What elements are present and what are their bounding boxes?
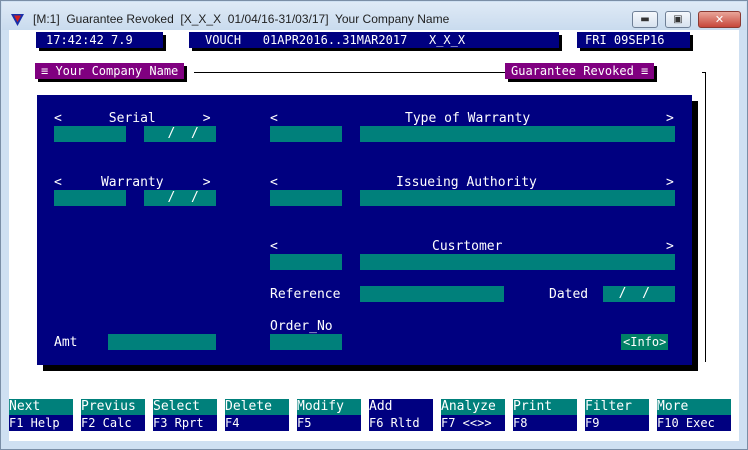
window-title: [M:1] Guarantee Revoked [X_X_X 01/04/16-…	[33, 12, 450, 26]
minimize-button[interactable]: ▬	[632, 11, 658, 28]
fkey-1-button[interactable]: Next F1 Help	[9, 399, 73, 431]
type-code-field[interactable]	[270, 126, 342, 142]
app-logo-icon	[11, 11, 24, 30]
fkey-action-label: Modify	[297, 399, 361, 415]
title-bar[interactable]: [M:1] Guarantee Revoked [X_X_X 01/04/16-…	[2, 2, 746, 30]
fkey-key-label: F8	[513, 415, 577, 431]
fkey-3-button[interactable]: Select F3 Rprt	[153, 399, 217, 431]
company-name-text: ≡ Your Company Name	[41, 64, 179, 78]
fkey-key-label: F3 Rprt	[153, 415, 217, 431]
dated-label: Dated	[549, 287, 589, 302]
authority-close-bracket: >	[666, 175, 674, 190]
screen-title-text: Guarantee Revoked ≡	[511, 64, 649, 78]
warranty-label: < Warranty >	[54, 175, 211, 190]
clock-text: 17:42:42 7.9	[46, 33, 133, 47]
frame-right-border	[705, 72, 706, 362]
fkey-key-label: F1 Help	[9, 415, 73, 431]
fkey-10-button[interactable]: More F10 Exec	[657, 399, 731, 431]
info-button[interactable]: <Info>	[621, 334, 669, 350]
date-text: FRI 09SEP16	[585, 33, 665, 47]
close-icon: ✕	[714, 13, 725, 26]
fkey-key-label: F5	[297, 415, 361, 431]
date-display: FRI 09SEP16	[577, 32, 690, 48]
fkey-action-label: Select	[153, 399, 217, 415]
dated-field[interactable]: / /	[603, 286, 675, 302]
console-area: 17:42:42 7.9 VOUCH 01APR2016..31MAR2017 …	[9, 30, 739, 441]
customer-field[interactable]	[360, 254, 675, 270]
fkey-5-button[interactable]: Modify F5	[297, 399, 361, 431]
reference-field[interactable]	[360, 286, 504, 302]
fkey-7-button[interactable]: Analyze F7 <<>>	[441, 399, 505, 431]
fkey-key-label: F7 <<>>	[441, 415, 505, 431]
warranty-date-field[interactable]: / /	[144, 190, 216, 206]
warranty-field[interactable]	[54, 190, 126, 206]
fkey-9-button[interactable]: Filter F9	[585, 399, 649, 431]
fkey-action-label: Filter	[585, 399, 649, 415]
panel-shadow	[692, 101, 698, 371]
type-close-bracket: >	[666, 111, 674, 126]
function-key-bar: Next F1 Help Previus F2 Calc Select F3 Rprt De…	[9, 399, 739, 431]
serial-date-field[interactable]: / /	[144, 126, 216, 142]
fkey-action-label: Next	[9, 399, 73, 415]
authority-code-field[interactable]	[270, 190, 342, 206]
serial-label: < Serial >	[54, 111, 211, 126]
customer-close-bracket: >	[666, 239, 674, 254]
clock-display: 17:42:42 7.9	[36, 32, 163, 48]
fkey-action-label: Analyze	[441, 399, 505, 415]
fkey-action-label: Print	[513, 399, 577, 415]
maximize-icon: ▣	[673, 14, 683, 25]
customer-open-bracket: <	[270, 239, 278, 254]
minimize-icon: ▬	[640, 14, 650, 25]
amount-label: Amt	[54, 335, 78, 350]
fkey-key-label: F10 Exec	[657, 415, 731, 431]
type-of-warranty-label: Type of Warranty	[405, 111, 531, 126]
customer-code-field[interactable]	[270, 254, 342, 270]
fkey-2-button[interactable]: Previus F2 Calc	[81, 399, 145, 431]
amount-field[interactable]	[108, 334, 216, 350]
order-no-label: Order_No	[270, 319, 333, 334]
voucher-period-display: VOUCH 01APR2016..31MAR2017 X_X_X	[189, 32, 559, 48]
serial-field[interactable]	[54, 126, 126, 142]
fkey-action-label: Previus	[81, 399, 145, 415]
fkey-action-label: More	[657, 399, 731, 415]
screen-title-bar: Guarantee Revoked ≡	[505, 63, 655, 79]
fkey-6-button[interactable]: Add F6 Rltd	[369, 399, 433, 431]
fkey-key-label: F9	[585, 415, 649, 431]
form-panel: < Serial > / / < Type of Warranty > < Wa…	[37, 95, 692, 365]
maximize-button[interactable]: ▣	[665, 11, 691, 28]
authority-open-bracket: <	[270, 175, 278, 190]
type-of-warranty-field[interactable]	[360, 126, 675, 142]
fkey-action-label: Delete	[225, 399, 289, 415]
fkey-action-label: Add	[369, 399, 433, 415]
fkey-key-label: F4	[225, 415, 289, 431]
type-open-bracket: <	[270, 111, 278, 126]
issuing-authority-field[interactable]	[360, 190, 675, 206]
panel-shadow	[43, 365, 698, 371]
order-no-field[interactable]	[270, 334, 342, 350]
application-window: [M:1] Guarantee Revoked [X_X_X 01/04/16-…	[0, 0, 748, 450]
close-button[interactable]: ✕	[698, 11, 741, 28]
voucher-text: VOUCH 01APR2016..31MAR2017 X_X_X	[205, 33, 466, 47]
fkey-key-label: F6 Rltd	[369, 415, 433, 431]
fkey-key-label: F2 Calc	[81, 415, 145, 431]
fkey-4-button[interactable]: Delete F4	[225, 399, 289, 431]
frame-top-border	[194, 72, 511, 73]
reference-label: Reference	[270, 287, 341, 302]
company-name-bar: ≡ Your Company Name	[35, 63, 185, 79]
fkey-8-button[interactable]: Print F8	[513, 399, 577, 431]
customer-label: Cusrtomer	[432, 239, 503, 254]
issuing-authority-label: Issueing Authority	[396, 175, 537, 190]
